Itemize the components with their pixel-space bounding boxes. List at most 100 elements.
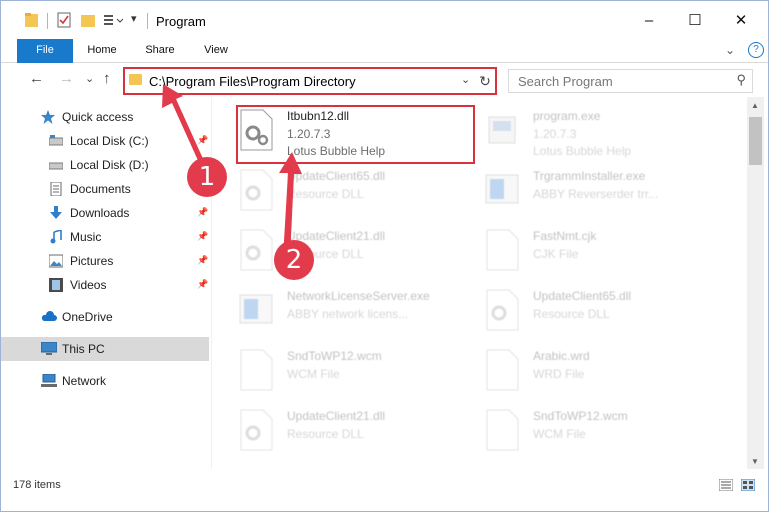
tab-share[interactable]: Share (137, 39, 183, 62)
blank-file-icon (486, 349, 519, 391)
forward-button[interactable]: → (59, 70, 74, 87)
scroll-down-icon[interactable]: ▼ (751, 457, 759, 466)
exe-icon (488, 116, 516, 144)
pictures-icon (49, 254, 63, 268)
file-item[interactable]: UpdateClient65.dll Resource DLL (485, 287, 725, 339)
network-icon (41, 374, 57, 387)
music-icon (50, 230, 62, 244)
window-icon (485, 174, 519, 204)
navigation-pane: Quick access Local Disk (C:) 📌 Local Dis… (1, 97, 212, 469)
sidebar-item-downloads[interactable]: Downloads 📌 (1, 201, 209, 225)
refresh-button[interactable]: ↻ (475, 67, 497, 95)
sidebar-item-videos[interactable]: Videos 📌 (1, 273, 209, 297)
file-item[interactable]: FastNmt.cjk CJK File (485, 227, 725, 279)
file-item[interactable]: UpdateClient65.dll Resource DLL (239, 167, 479, 219)
file-type: WRD File (533, 367, 585, 381)
dll-gear-icon (240, 229, 273, 271)
blank-file-icon (486, 229, 519, 271)
file-item[interactable]: UpdateClient21.dll Resource DLL (239, 407, 479, 459)
new-folder-icon[interactable] (81, 12, 95, 28)
scroll-up-icon[interactable]: ▲ (751, 101, 759, 110)
file-name: UpdateClient65.dll (533, 289, 632, 303)
documents-icon (50, 182, 62, 196)
title-bar: ▾ Program – ☐ ✕ (1, 1, 768, 39)
drive-icon (49, 135, 63, 146)
file-type: Lotus Bubble Help (533, 144, 632, 158)
file-version: 1.20.7.3 (287, 127, 331, 141)
file-item[interactable]: Arabic.wrd WRD File (485, 347, 725, 399)
download-icon (50, 206, 62, 219)
details-view-icon[interactable] (719, 479, 733, 491)
scrollbar-thumb[interactable] (749, 117, 762, 165)
sidebar-item-documents[interactable]: Documents (1, 177, 209, 201)
sidebar-item-this-pc[interactable]: This PC (1, 337, 209, 361)
help-icon[interactable]: ? (748, 42, 764, 58)
properties-icon[interactable] (57, 12, 71, 28)
back-button[interactable]: ← (29, 70, 44, 87)
file-name: TrgrammInstaller.exe (533, 169, 646, 183)
customize-quick-access-icon[interactable] (103, 12, 125, 28)
sidebar-item-label: Local Disk (D:) (70, 158, 149, 172)
separator (147, 13, 148, 29)
maximize-button[interactable]: ☐ (672, 1, 718, 39)
file-name: SndToWP12.wcm (287, 349, 382, 363)
address-row: ← → ⌄ ↑ C:\Program Files\Program Directo… (1, 63, 768, 97)
file-type: Lotus Bubble Help (287, 144, 386, 158)
pin-icon: 📌 (197, 279, 209, 289)
window-title: Program (156, 14, 206, 29)
file-item[interactable]: NetworkLicenseServer.exe ABBY network li… (239, 287, 479, 339)
file-version: 1.20.7.3 (533, 127, 577, 141)
address-dropdown-icon[interactable]: ⌄ (461, 73, 470, 86)
file-name: program.exe (533, 109, 601, 123)
videos-icon (49, 278, 63, 292)
file-type: ABBY Reverserder trr... (533, 187, 659, 201)
file-item[interactable]: SndToWP12.wcm WCM File (239, 347, 479, 399)
status-bar: 178 items (1, 475, 768, 497)
file-type: WCM File (533, 427, 586, 441)
sidebar-item-label: OneDrive (62, 310, 113, 324)
file-type: CJK File (533, 247, 579, 261)
pin-icon: 📌 (197, 231, 209, 241)
address-bar[interactable]: C:\Program Files\Program Directory ⌄ (123, 67, 479, 95)
recent-locations-button[interactable]: ⌄ (85, 72, 94, 85)
address-path: C:\Program Files\Program Directory (149, 74, 356, 89)
large-icons-view-icon[interactable] (741, 479, 755, 491)
sidebar-item-label: Quick access (62, 110, 134, 124)
dll-gear-icon (240, 109, 273, 151)
star-icon (41, 110, 55, 124)
cloud-icon (41, 311, 57, 321)
vertical-scrollbar[interactable]: ▲ ▼ (747, 97, 764, 469)
folder-icon (129, 74, 142, 85)
close-button[interactable]: ✕ (718, 1, 764, 39)
sidebar-item-quick-access[interactable]: Quick access (1, 105, 209, 129)
search-icon: ⚲ (736, 72, 746, 87)
sidebar-item-pictures[interactable]: Pictures 📌 (1, 249, 209, 273)
tab-view[interactable]: View (193, 39, 239, 62)
file-type: Resource DLL (533, 307, 610, 321)
search-input[interactable]: Search Program ⚲ (508, 69, 753, 93)
sidebar-item-label: Network (62, 374, 107, 388)
pin-icon: 📌 (197, 135, 209, 145)
sidebar-item-label: Downloads (70, 206, 130, 220)
file-item[interactable]: program.exe 1.20.7.3 Lotus Bubble Help (485, 107, 725, 159)
dll-gear-icon (240, 409, 273, 451)
drive-icon (49, 162, 63, 170)
file-name: NetworkLicenseServer.exe (287, 289, 430, 303)
up-button[interactable]: ↑ (103, 70, 111, 87)
sidebar-item-onedrive[interactable]: OneDrive (1, 305, 209, 329)
pin-icon: 📌 (197, 255, 209, 265)
sidebar-item-local-disk-d[interactable]: Local Disk (D:) (1, 153, 209, 177)
minimize-button[interactable]: – (626, 1, 672, 39)
sidebar-item-label: Local Disk (C:) (70, 134, 149, 148)
file-item[interactable]: Itbubn12.dll 1.20.7.3 Lotus Bubble Help (239, 107, 479, 159)
file-item[interactable]: TrgrammInstaller.exe ABBY Reverserder tr… (485, 167, 725, 219)
expand-ribbon-icon[interactable]: ⌄ (725, 43, 735, 57)
tab-home[interactable]: Home (79, 39, 125, 62)
file-item[interactable]: SndToWP12.wcm WCM File (485, 407, 725, 459)
sidebar-item-music[interactable]: Music 📌 (1, 225, 209, 249)
sidebar-item-network[interactable]: Network (1, 369, 209, 393)
file-name: Itbubn12.dll (287, 109, 350, 123)
sidebar-item-local-disk-c[interactable]: Local Disk (C:) 📌 (1, 129, 209, 153)
sidebar-item-label: Music (70, 230, 102, 244)
quick-access-dropdown-icon[interactable]: ▾ (131, 12, 141, 28)
